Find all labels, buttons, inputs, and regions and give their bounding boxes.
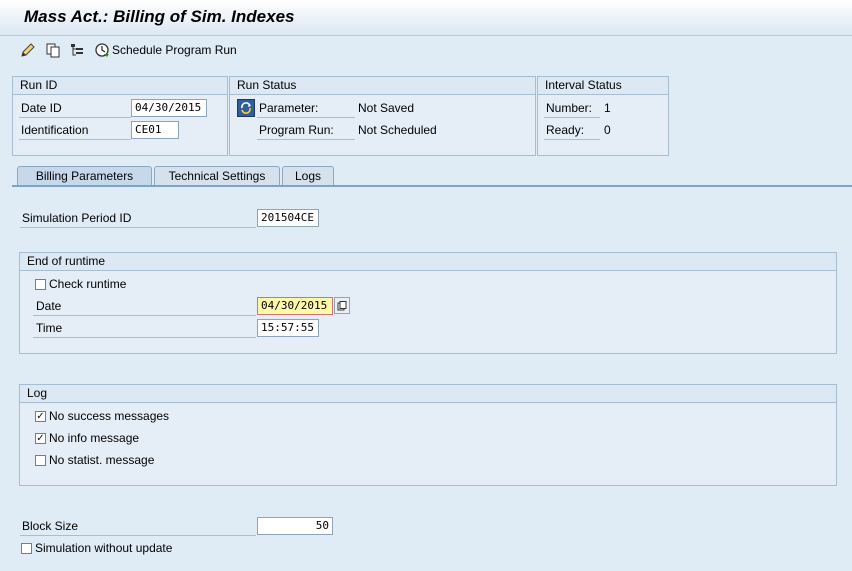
ready-value: 0 [604,123,611,137]
refresh-icon[interactable] [237,99,255,117]
tab-billing-parameters[interactable]: Billing Parameters [17,166,152,185]
program-run-label: Program Run: [259,123,334,137]
block-size-label: Block Size [22,519,79,533]
date-id-field[interactable]: 04/30/2015 [131,99,207,117]
log-heading: Log [20,385,836,403]
runtime-time-label: Time [36,321,63,335]
simulation-without-update-checkbox[interactable] [21,543,32,554]
schedule-program-run-button[interactable]: Schedule Program Run [112,43,237,57]
number-value: 1 [604,101,611,115]
interval-status-panel: Interval Status Number: 1 Ready: 0 [537,76,669,156]
end-of-runtime-group: End of runtime [19,252,837,354]
identification-field[interactable]: CE01 [131,121,179,139]
number-label: Number: [546,101,593,115]
page-title: Mass Act.: Billing of Sim. Indexes [24,7,295,26]
parameter-label: Parameter: [259,101,319,115]
run-id-heading: Run ID [13,77,227,95]
edit-pencil-icon[interactable] [20,42,36,58]
no-statist-message-checkbox[interactable] [35,455,46,466]
run-status-heading: Run Status [230,77,535,95]
check-runtime-label: Check runtime [49,277,127,291]
no-info-message-label: No info message [49,431,140,445]
runtime-time-field[interactable]: 15:57:55 [257,319,319,337]
copy-icon[interactable] [45,42,61,58]
check-runtime-checkbox[interactable] [35,279,46,290]
no-success-messages-checkbox[interactable]: ✓ [35,411,46,422]
no-success-messages-label: No success messages [49,409,170,423]
parameter-value: Not Saved [358,101,415,115]
block-size-field[interactable]: 50 [257,517,333,535]
schedule-clock-icon[interactable] [94,42,110,58]
no-info-message-checkbox[interactable]: ✓ [35,433,46,444]
end-of-runtime-heading: End of runtime [20,253,836,271]
run-status-panel: Run Status Parameter: Not Saved Program … [229,76,536,156]
ready-label: Ready: [546,123,585,137]
date-id-label: Date ID [21,101,62,115]
tab-technical-settings[interactable]: Technical Settings [154,166,280,185]
log-group: Log [19,384,837,486]
simulation-period-field[interactable]: 201504CE [257,209,319,227]
runtime-date-label: Date [36,299,62,313]
runtime-date-field[interactable]: 04/30/2015 [257,297,333,315]
simulation-without-update-label: Simulation without update [35,541,173,555]
hierarchy-icon[interactable] [69,42,85,58]
identification-label: Identification [21,123,89,137]
calendar-help-icon[interactable] [334,297,350,314]
simulation-period-label: Simulation Period ID [22,211,132,225]
no-statist-message-label: No statist. message [49,453,155,467]
billing-parameters-tab-content [12,185,852,571]
tab-logs[interactable]: Logs [282,166,334,185]
run-id-panel: Run ID Date ID 04/30/2015 Identification… [12,76,228,156]
interval-status-heading: Interval Status [538,77,668,95]
program-run-value: Not Scheduled [358,123,437,137]
